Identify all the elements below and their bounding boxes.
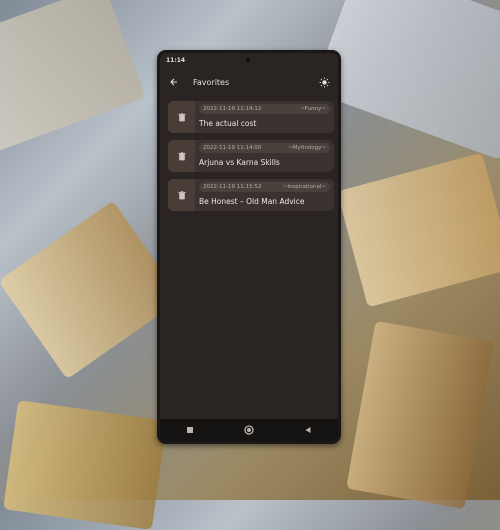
- background-book: [0, 200, 182, 380]
- card-meta: 2022-11-19 11:15:52 ~Inspirational~: [199, 182, 330, 192]
- background-book: [3, 400, 167, 530]
- favorite-card[interactable]: 2022-11-19 11:14:12 ~Funny~ The actual c…: [168, 101, 334, 133]
- card-category: ~Funny~: [300, 106, 326, 112]
- background-book: [0, 0, 146, 156]
- card-timestamp: 2022-11-19 11:14:00: [203, 145, 262, 151]
- screen: 11:14 Favorites 2022-11-19 11:14:12 ~Fun…: [160, 53, 338, 441]
- favorite-card[interactable]: 2022-11-19 11:15:52 ~Inspirational~ Be H…: [168, 179, 334, 211]
- favorite-card[interactable]: 2022-11-19 11:14:00 ~Mythology~ Arjuna v…: [168, 140, 334, 172]
- trash-icon[interactable]: [168, 179, 195, 211]
- square-icon[interactable]: [182, 422, 198, 438]
- background-book: [337, 152, 500, 308]
- trash-icon[interactable]: [168, 140, 195, 172]
- card-content: 2022-11-19 11:15:52 ~Inspirational~ Be H…: [195, 179, 334, 211]
- card-title: The actual cost: [199, 119, 257, 128]
- card-timestamp: 2022-11-19 11:14:12: [203, 106, 262, 112]
- card-title: Be Honest – Old Man Advice: [199, 197, 305, 206]
- card-meta: 2022-11-19 11:14:12 ~Funny~: [199, 104, 330, 114]
- front-camera: [246, 58, 250, 62]
- app-bar: Favorites: [160, 67, 338, 97]
- card-category: ~Inspirational~: [282, 184, 326, 190]
- card-meta: 2022-11-19 11:14:00 ~Mythology~: [199, 143, 330, 153]
- card-content: 2022-11-19 11:14:12 ~Funny~ The actual c…: [195, 101, 334, 133]
- system-nav-bar: [160, 419, 338, 441]
- card-category: ~Mythology~: [288, 145, 326, 151]
- sun-icon[interactable]: [318, 76, 330, 88]
- card-content: 2022-11-19 11:14:00 ~Mythology~ Arjuna v…: [195, 140, 334, 172]
- background-book: [346, 320, 494, 510]
- favorites-list: 2022-11-19 11:14:12 ~Funny~ The actual c…: [160, 97, 338, 211]
- status-time: 11:14: [166, 56, 186, 64]
- arrow-left-icon[interactable]: [168, 76, 180, 88]
- phone-frame: 11:14 Favorites 2022-11-19 11:14:12 ~Fun…: [157, 50, 341, 444]
- circle-icon[interactable]: [241, 422, 257, 438]
- page-title: Favorites: [193, 77, 230, 87]
- triangle-back-icon[interactable]: [300, 422, 316, 438]
- card-title: Arjuna vs Karna Skills: [199, 158, 280, 167]
- trash-icon[interactable]: [168, 101, 195, 133]
- card-timestamp: 2022-11-19 11:15:52: [203, 184, 262, 190]
